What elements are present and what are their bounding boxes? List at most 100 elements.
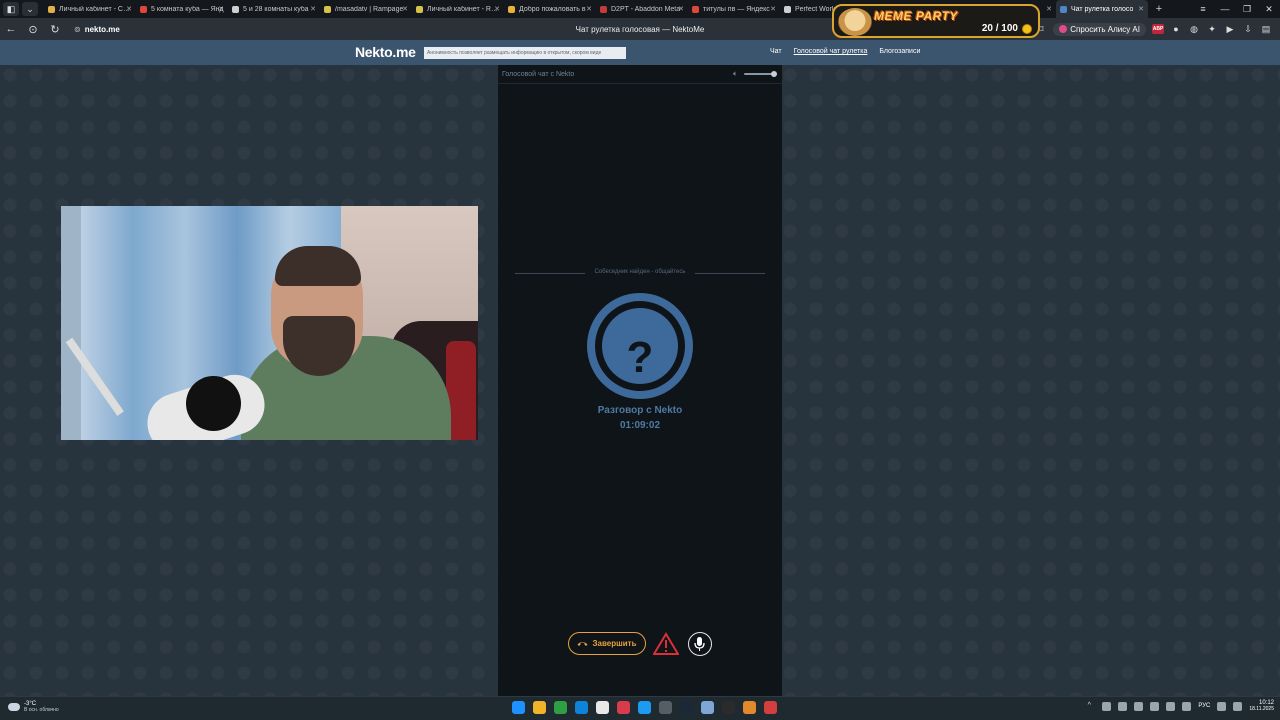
tab-close-icon[interactable]: ✕: [770, 5, 776, 13]
taskbar-app-icon[interactable]: [680, 701, 693, 714]
new-tab-button[interactable]: +: [1152, 3, 1166, 15]
taskbar-app-icon[interactable]: [533, 701, 546, 714]
tray-app-icon[interactable]: [1150, 701, 1160, 711]
end-call-label: Завершить: [592, 639, 637, 648]
tab-label: Личный кабинет - Com: [59, 5, 132, 13]
tab-label: D2PT - Abaddon Meta: [611, 5, 681, 13]
tab-strip: ◧ ⌄ Личный кабинет - Com ✕ 5 комната куба …: [0, 0, 1280, 18]
tab-close-icon[interactable]: ✕: [1046, 5, 1052, 13]
clock[interactable]: 10:12 18.11.2025: [1249, 700, 1274, 712]
extension-circle-icon[interactable]: ●: [1170, 23, 1182, 35]
tab-close-icon[interactable]: ✕: [586, 5, 592, 13]
taskbar-app-icon[interactable]: [617, 701, 630, 714]
media-icon[interactable]: ▶: [1224, 23, 1236, 35]
tab-close-icon[interactable]: ✕: [310, 5, 316, 13]
browser-tab[interactable]: Чат рулетка голосо ✕: [1056, 0, 1148, 18]
person-hair: [275, 246, 361, 286]
tab-favicon-icon: [1060, 5, 1067, 13]
tray-app-icon[interactable]: [1118, 701, 1128, 711]
taskbar-app-icon[interactable]: [764, 701, 777, 714]
reload-icon[interactable]: ↻: [44, 23, 66, 36]
end-call-button[interactable]: Завершить: [568, 632, 646, 655]
tray-chevron-icon[interactable]: ^: [1083, 700, 1095, 712]
status-text: Собеседник найден - общайтесь: [594, 269, 686, 275]
menu-icon[interactable]: ≡: [1192, 4, 1214, 14]
taskbar-apps: [512, 701, 777, 714]
tab-close-icon[interactable]: ✕: [218, 5, 224, 13]
network-icon[interactable]: [1166, 701, 1176, 711]
taskbar-app-icon[interactable]: [575, 701, 588, 714]
adblock-icon[interactable]: ABP: [1152, 24, 1164, 34]
taskbar-app-icon[interactable]: [701, 701, 714, 714]
site-logo[interactable]: Nekto.me: [355, 44, 416, 60]
tab-close-icon[interactable]: ✕: [1138, 5, 1144, 13]
report-warning-icon[interactable]: [653, 632, 679, 656]
doge-icon: [838, 8, 872, 36]
tray-app-icon[interactable]: [1102, 701, 1112, 711]
url-field[interactable]: nekto.me: [85, 25, 120, 34]
cloud-icon: [8, 703, 20, 711]
browser-tab[interactable]: /masadatv | Rampage ✕: [320, 0, 412, 18]
profile-icon[interactable]: ▤: [1260, 23, 1272, 35]
yandex-home-icon[interactable]: ⊙: [22, 23, 44, 36]
nav-blog[interactable]: Блогозаписи: [879, 48, 920, 55]
weather-widget[interactable]: -3°C В осн. облачно: [8, 701, 59, 713]
microphone-icon: [694, 637, 705, 651]
tab-label: 5 и 28 комнаты куба: [243, 5, 309, 13]
tray-app-icon[interactable]: [1134, 701, 1144, 711]
tab-close-icon[interactable]: ✕: [402, 5, 408, 13]
site-header: Nekto.me Анонимность позволяет размещать…: [0, 40, 1280, 65]
microphone-toggle-button[interactable]: [688, 632, 712, 656]
extensions-icon[interactable]: ✦: [1206, 23, 1218, 35]
wifi-icon[interactable]: [1217, 701, 1227, 711]
taskbar-app-icon[interactable]: [743, 701, 756, 714]
speaker-icon[interactable]: [1182, 701, 1192, 711]
tab-close-icon[interactable]: ✕: [678, 5, 684, 13]
vpn-icon[interactable]: ◍: [1188, 23, 1200, 35]
language-indicator[interactable]: РУС: [1198, 703, 1210, 709]
sidebar-toggle-icon[interactable]: ◧: [3, 2, 19, 16]
address-bar: ← ⊙ ↻ ⊚ nekto.me Чат рулетка голосовая —…: [0, 18, 1280, 40]
tab-list-chevron-icon[interactable]: ⌄: [22, 2, 38, 16]
browser-tab[interactable]: Личный кабинет - Ram ✕: [412, 0, 504, 18]
status-divider: Собеседник найден - общайтесь: [515, 268, 765, 278]
clock-date: 18.11.2025: [1249, 706, 1274, 712]
browser-tab[interactable]: D2PT - Abaddon Meta ✕: [596, 0, 688, 18]
tab-close-icon[interactable]: ✕: [494, 5, 500, 13]
tab-favicon-icon: [48, 5, 55, 13]
browser-tab[interactable]: 5 комната куба — Янд ✕: [136, 0, 228, 18]
back-icon[interactable]: ←: [0, 23, 22, 35]
tab-close-icon[interactable]: ✕: [126, 5, 132, 13]
weather-text: В осн. облачно: [24, 707, 59, 713]
restore-icon[interactable]: ❐: [1236, 4, 1258, 15]
volume-tray-icon[interactable]: [1233, 701, 1243, 711]
taskbar-app-icon[interactable]: [596, 701, 609, 714]
browser-tab[interactable]: Личный кабинет - Com ✕: [44, 0, 136, 18]
browser-tab[interactable]: титулы пв — Яндекс ✕: [688, 0, 780, 18]
browser-tab[interactable]: Добро пожаловать в ✕: [504, 0, 596, 18]
nav-voice-roulette[interactable]: Голосовой чат рулетка: [794, 48, 868, 55]
anonymity-notice: Анонимность позволяет размещать информац…: [424, 47, 626, 59]
nav-chat[interactable]: Чат: [770, 48, 782, 55]
voice-chat-panel: Голосовой чат с Nekto 🔈︎ Собеседник найд…: [498, 65, 782, 696]
taskbar-app-icon[interactable]: [659, 701, 672, 714]
site-info-icon[interactable]: ⊚: [74, 25, 81, 34]
ask-alice-button[interactable]: Спросить Алису AI: [1053, 22, 1146, 36]
start-menu-icon[interactable]: [512, 701, 525, 714]
close-window-icon[interactable]: ✕: [1258, 4, 1280, 15]
system-tray: ^ РУС 10:12 18.11.2025: [1083, 700, 1274, 712]
ask-alice-label: Спросить Алису AI: [1070, 24, 1140, 34]
tab-favicon-icon: [692, 5, 699, 13]
tab-label: 5 комната куба — Янд: [151, 5, 224, 13]
taskbar-app-icon[interactable]: [638, 701, 651, 714]
downloads-icon[interactable]: ⇩: [1242, 23, 1254, 35]
taskbar-app-icon[interactable]: [722, 701, 735, 714]
volume-slider-knob[interactable]: [771, 71, 777, 77]
toolbar-right: ⌑ Спросить Алису AI ABP ● ◍ ✦ ▶ ⇩ ▤: [1035, 18, 1280, 40]
taskbar-app-icon[interactable]: [554, 701, 567, 714]
minimize-icon[interactable]: —: [1214, 4, 1236, 14]
tab-favicon-icon: [508, 5, 515, 13]
volume-icon[interactable]: 🔈︎: [733, 69, 738, 79]
browser-tab[interactable]: 5 и 28 комнаты куба ✕: [228, 0, 320, 18]
hangup-icon: [577, 642, 588, 646]
